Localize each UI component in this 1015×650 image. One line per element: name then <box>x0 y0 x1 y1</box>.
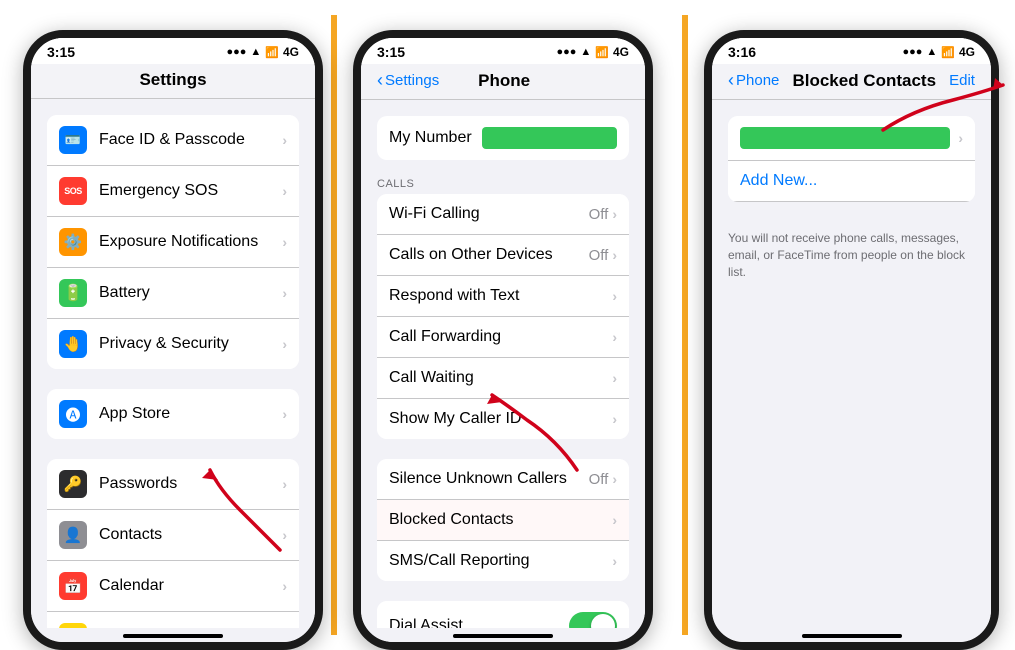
settings-item-emergency[interactable]: SOS Emergency SOS › <box>47 166 299 217</box>
dial-assist-label: Dial Assist <box>389 617 569 628</box>
exposure-icon: ⚙️ <box>59 228 87 256</box>
emergency-icon: SOS <box>59 177 87 205</box>
settings-item-faceid[interactable]: 🪪 Face ID & Passcode › <box>47 115 299 166</box>
passwords-icon: 🔑 <box>59 470 87 498</box>
faceid-icon: 🪪 <box>59 126 87 154</box>
dial-assist-toggle[interactable] <box>569 612 617 628</box>
blocked-contacts-list: › Add New... You will not receive phone … <box>712 100 991 628</box>
nav-title-1: Settings <box>47 70 299 90</box>
my-number-label: My Number <box>389 129 472 147</box>
phone-item-wifi-calling[interactable]: Wi-Fi Calling Off › <box>377 194 629 235</box>
status-time-3: 3:16 <box>728 44 756 60</box>
my-number-value <box>482 127 617 149</box>
status-time-1: 3:15 <box>47 44 75 60</box>
home-indicator-3 <box>802 634 902 638</box>
calls-section-header: CALLS <box>361 172 645 194</box>
appstore-chevron: › <box>282 406 287 422</box>
contacts-label: Contacts <box>99 526 282 544</box>
nav-title-3: Blocked Contacts <box>792 71 936 91</box>
add-new-button[interactable]: Add New... <box>728 161 975 202</box>
sms-label: SMS/Call Reporting <box>389 552 612 570</box>
silence-label: Silence Unknown Callers <box>389 470 589 488</box>
phone-item-call-waiting[interactable]: Call Waiting › <box>377 358 629 399</box>
emergency-label: Emergency SOS <box>99 182 282 200</box>
wifi-calling-value: Off <box>589 206 609 223</box>
faceid-chevron: › <box>282 132 287 148</box>
phone-item-caller-id[interactable]: Show My Caller ID › <box>377 399 629 439</box>
contacts-icon: 👤 <box>59 521 87 549</box>
call-forwarding-label: Call Forwarding <box>389 328 612 346</box>
status-icons-1: ●●● ▲ 📶 4G <box>226 45 299 59</box>
status-time-2: 3:15 <box>377 44 405 60</box>
call-waiting-label: Call Waiting <box>389 369 612 387</box>
phone-item-blocked[interactable]: Blocked Contacts › <box>377 500 629 541</box>
blocked-contact-item[interactable]: › <box>728 116 975 161</box>
blocked-info-text: You will not receive phone calls, messag… <box>712 222 991 288</box>
home-indicator-2 <box>453 634 553 638</box>
privacy-label: Privacy & Security <box>99 335 282 353</box>
settings-item-privacy[interactable]: 🤚 Privacy & Security › <box>47 319 299 369</box>
privacy-icon: 🤚 <box>59 330 87 358</box>
phone-item-sms[interactable]: SMS/Call Reporting › <box>377 541 629 581</box>
status-icons-2: ●●●▲📶4G <box>556 45 629 59</box>
caller-id-label: Show My Caller ID <box>389 410 612 428</box>
phone-item-dial-assist[interactable]: Dial Assist <box>377 601 629 628</box>
settings-item-passwords[interactable]: 🔑 Passwords › <box>47 459 299 510</box>
blocked-label: Blocked Contacts <box>389 511 612 529</box>
phone-item-calls-other[interactable]: Calls on Other Devices Off › <box>377 235 629 276</box>
nav-back-label-3: Phone <box>736 72 779 89</box>
status-icons-3: ●●●▲📶4G <box>902 45 975 59</box>
battery-label: Battery <box>99 284 282 302</box>
calls-other-label: Calls on Other Devices <box>389 246 589 264</box>
settings-item-notes[interactable]: 📝 Notes › <box>47 612 299 628</box>
settings-item-battery[interactable]: 🔋 Battery › <box>47 268 299 319</box>
exposure-label: Exposure Notifications <box>99 233 282 251</box>
settings-item-appstore[interactable]: 🅐 App Store › <box>47 389 299 439</box>
phone-settings-list: My Number CALLS Wi-Fi Calling Off › <box>361 100 645 628</box>
appstore-icon: 🅐 <box>59 400 87 428</box>
respond-text-label: Respond with Text <box>389 287 612 305</box>
settings-item-exposure[interactable]: ⚙️ Exposure Notifications › <box>47 217 299 268</box>
settings-item-contacts[interactable]: 👤 Contacts › <box>47 510 299 561</box>
battery-icon: 🔋 <box>59 279 87 307</box>
blocked-contact-bar <box>740 127 950 149</box>
appstore-label: App Store <box>99 405 282 423</box>
passwords-label: Passwords <box>99 475 282 493</box>
nav-back-2[interactable]: ‹ Settings <box>377 70 439 91</box>
calendar-label: Calendar <box>99 577 282 595</box>
calls-other-value: Off <box>589 247 609 264</box>
nav-back-label-2: Settings <box>385 72 439 89</box>
edit-button[interactable]: Edit <box>949 72 975 89</box>
home-indicator-1 <box>123 634 223 638</box>
settings-list-1: 🪪 Face ID & Passcode › SOS Emergency SOS… <box>31 99 315 628</box>
settings-item-calendar[interactable]: 📅 Calendar › <box>47 561 299 612</box>
notes-icon: 📝 <box>59 623 87 628</box>
nav-back-3[interactable]: ‹ Phone <box>728 70 779 91</box>
phone-item-call-forwarding[interactable]: Call Forwarding › <box>377 317 629 358</box>
wifi-calling-label: Wi-Fi Calling <box>389 205 589 223</box>
exposure-chevron: › <box>282 234 287 250</box>
calendar-icon: 📅 <box>59 572 87 600</box>
battery-chevron: › <box>282 285 287 301</box>
silence-value: Off <box>589 471 609 488</box>
my-number-field[interactable]: My Number <box>377 116 629 160</box>
emergency-chevron: › <box>282 183 287 199</box>
phone-item-silence[interactable]: Silence Unknown Callers Off › <box>377 459 629 500</box>
calendar-chevron: › <box>282 578 287 594</box>
nav-title-2: Phone <box>478 71 530 91</box>
faceid-label: Face ID & Passcode <box>99 131 282 149</box>
phone-item-respond-text[interactable]: Respond with Text › <box>377 276 629 317</box>
privacy-chevron: › <box>282 336 287 352</box>
passwords-chevron: › <box>282 476 287 492</box>
contacts-chevron: › <box>282 527 287 543</box>
